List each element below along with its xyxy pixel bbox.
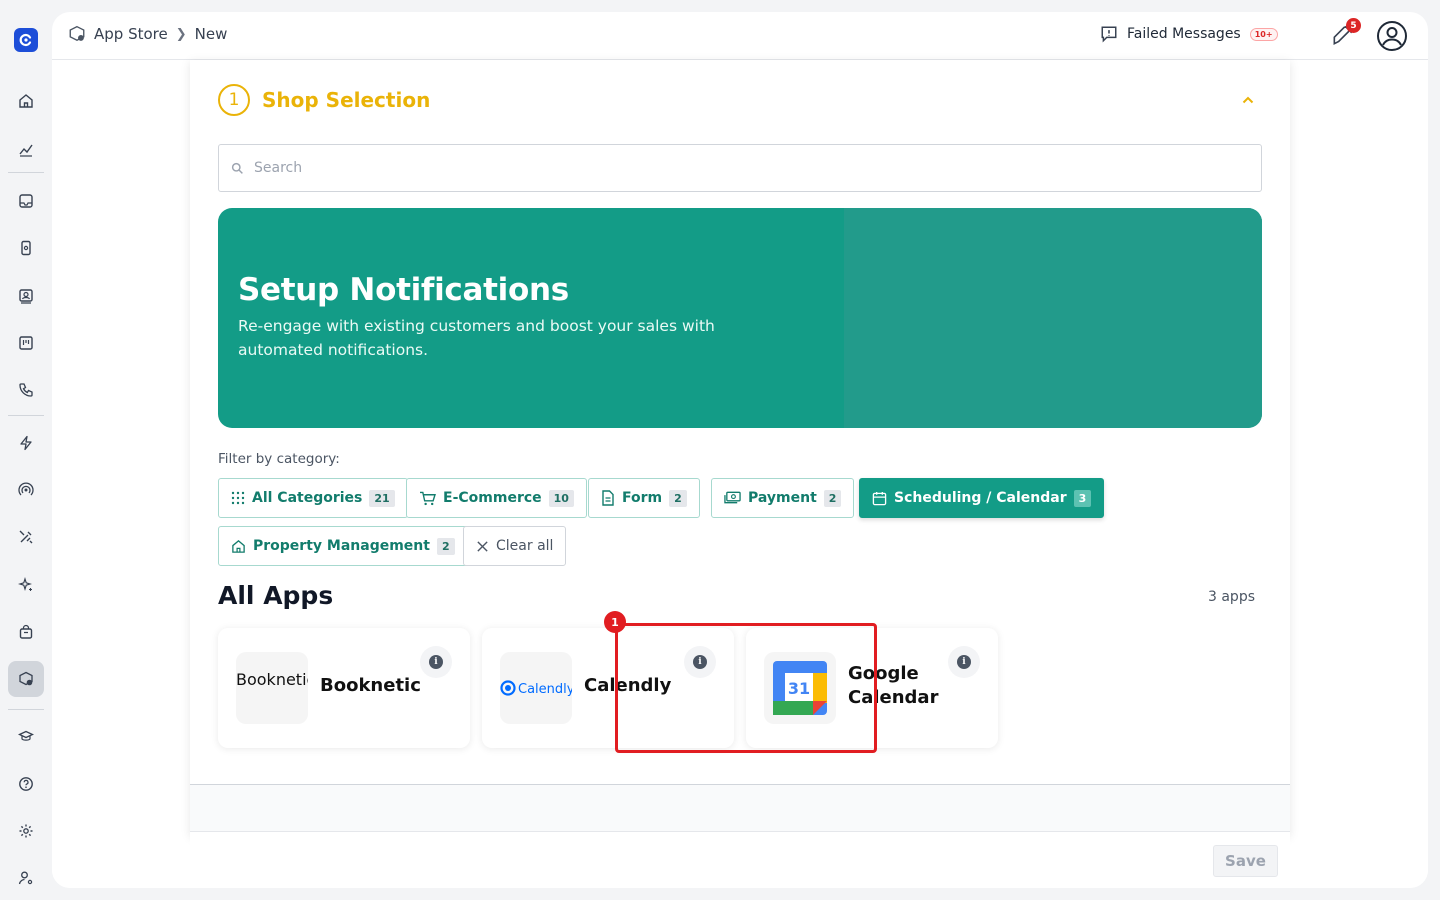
breadcrumb-current: New xyxy=(194,25,228,43)
filter-chip-e-commerce[interactable]: E-Commerce 10 xyxy=(406,478,587,518)
board-icon[interactable] xyxy=(8,325,44,361)
setup-banner: Setup Notifications Re-engage with exist… xyxy=(218,208,1262,428)
inbox-icon[interactable] xyxy=(8,183,44,219)
cart-icon xyxy=(420,491,436,505)
filter-chip-payment[interactable]: Payment 2 xyxy=(711,478,855,518)
chip-label: Payment xyxy=(748,490,817,506)
broken-image-alt: Booknetic xyxy=(236,670,308,689)
chip-count: 2 xyxy=(669,489,687,507)
chevron-right-icon: ❯ xyxy=(175,26,187,42)
main-panel: App Store ❯ New Failed Messages 10+ 5 1 … xyxy=(52,12,1428,888)
chip-count: 21 xyxy=(369,489,395,507)
breadcrumb: App Store ❯ New xyxy=(68,25,227,43)
chip-label: Form xyxy=(622,490,663,506)
search-input[interactable] xyxy=(254,160,1154,176)
step-header[interactable]: 1 Shop Selection xyxy=(218,84,430,116)
banner-image-area xyxy=(844,208,1262,428)
failed-messages-button[interactable]: Failed Messages 10+ xyxy=(1100,25,1278,43)
step-number: 1 xyxy=(218,84,250,116)
academy-icon[interactable] xyxy=(8,718,44,754)
user-avatar-icon[interactable] xyxy=(1376,20,1408,52)
info-icon: i xyxy=(429,655,443,669)
spacer-band xyxy=(190,785,1290,831)
sidebar xyxy=(0,0,52,900)
shop-bag-icon[interactable] xyxy=(8,614,44,650)
house-icon xyxy=(232,539,245,553)
clear-all-button[interactable]: Clear all xyxy=(463,526,567,566)
calendly-logo: Calendly xyxy=(500,652,572,724)
chevron-up-icon[interactable] xyxy=(1240,92,1256,112)
info-icon: i xyxy=(957,655,971,669)
filter-chip-all-categories[interactable]: All Categories 21 xyxy=(218,478,408,518)
grid-icon xyxy=(231,491,245,505)
chip-label: E-Commerce xyxy=(443,490,542,506)
calendar-icon xyxy=(872,491,887,505)
app-logo[interactable] xyxy=(14,28,38,52)
chip-count: 3 xyxy=(1073,489,1092,507)
ai-sparkle-icon[interactable] xyxy=(8,567,44,603)
message-alert-icon xyxy=(1101,26,1117,43)
chip-label: All Categories xyxy=(252,490,363,506)
highlight-box xyxy=(615,623,877,753)
device-icon[interactable] xyxy=(8,230,44,266)
banner-subtitle: Re-engage with existing customers and bo… xyxy=(238,317,715,359)
close-icon xyxy=(477,540,488,552)
step-title: Shop Selection xyxy=(262,88,431,112)
top-bar: App Store ❯ New Failed Messages 10+ 5 xyxy=(52,12,1428,60)
document-icon xyxy=(602,490,614,506)
app-card-booknetic[interactable]: Booknetic Booknetic i xyxy=(218,628,470,748)
all-apps-title: All Apps xyxy=(218,581,334,610)
app-store-icon xyxy=(69,25,85,41)
contacts-icon[interactable] xyxy=(8,278,44,314)
failed-count-badge: 10+ xyxy=(1249,27,1278,41)
app-store-icon[interactable] xyxy=(8,661,44,697)
tools-icon[interactable] xyxy=(8,519,44,555)
chip-count: 2 xyxy=(823,489,842,507)
highlight-badge: 1 xyxy=(604,611,626,633)
search-box xyxy=(218,144,1262,192)
calendly-wordmark: Calendly xyxy=(518,682,572,697)
chip-label: Property Management xyxy=(253,538,430,554)
shop-selection-card: 1 Shop Selection Setup Notifications Re-… xyxy=(190,60,1290,836)
footer-bar: Save xyxy=(190,831,1290,888)
search-icon xyxy=(231,162,243,174)
info-button[interactable]: i xyxy=(420,646,452,678)
breadcrumb-root[interactable]: App Store xyxy=(94,25,168,43)
booknetic-logo: Booknetic xyxy=(236,652,308,724)
app-name: Booknetic xyxy=(320,675,421,696)
save-button[interactable]: Save xyxy=(1213,845,1278,877)
help-icon[interactable] xyxy=(8,766,44,802)
content-area: 1 Shop Selection Setup Notifications Re-… xyxy=(52,60,1428,888)
settings-gear-icon[interactable] xyxy=(8,813,44,849)
filter-chip-form[interactable]: Form 2 xyxy=(588,478,700,518)
user-settings-icon[interactable] xyxy=(8,860,44,896)
chip-count: 10 xyxy=(548,489,574,507)
filter-label: Filter by category: xyxy=(218,451,340,467)
clear-all-label: Clear all xyxy=(496,538,554,554)
chip-label: Scheduling / Calendar xyxy=(894,490,1067,506)
apps-count: 3 apps xyxy=(1208,589,1256,605)
analytics-icon[interactable] xyxy=(8,131,44,167)
info-button[interactable]: i xyxy=(948,646,980,678)
money-icon xyxy=(724,491,741,504)
failed-messages-label: Failed Messages xyxy=(1127,26,1241,42)
automation-icon[interactable] xyxy=(8,425,44,461)
filter-chip-property-management[interactable]: Property Management 2 xyxy=(218,526,468,566)
filter-chip-scheduling-calendar[interactable]: Scheduling / Calendar 3 xyxy=(859,478,1105,518)
notification-badge: 5 xyxy=(1346,18,1361,33)
banner-title: Setup Notifications xyxy=(238,272,569,308)
home-icon[interactable] xyxy=(8,83,44,119)
chip-count: 2 xyxy=(436,537,455,555)
phone-icon[interactable] xyxy=(8,372,44,408)
broadcast-icon[interactable] xyxy=(8,472,44,508)
